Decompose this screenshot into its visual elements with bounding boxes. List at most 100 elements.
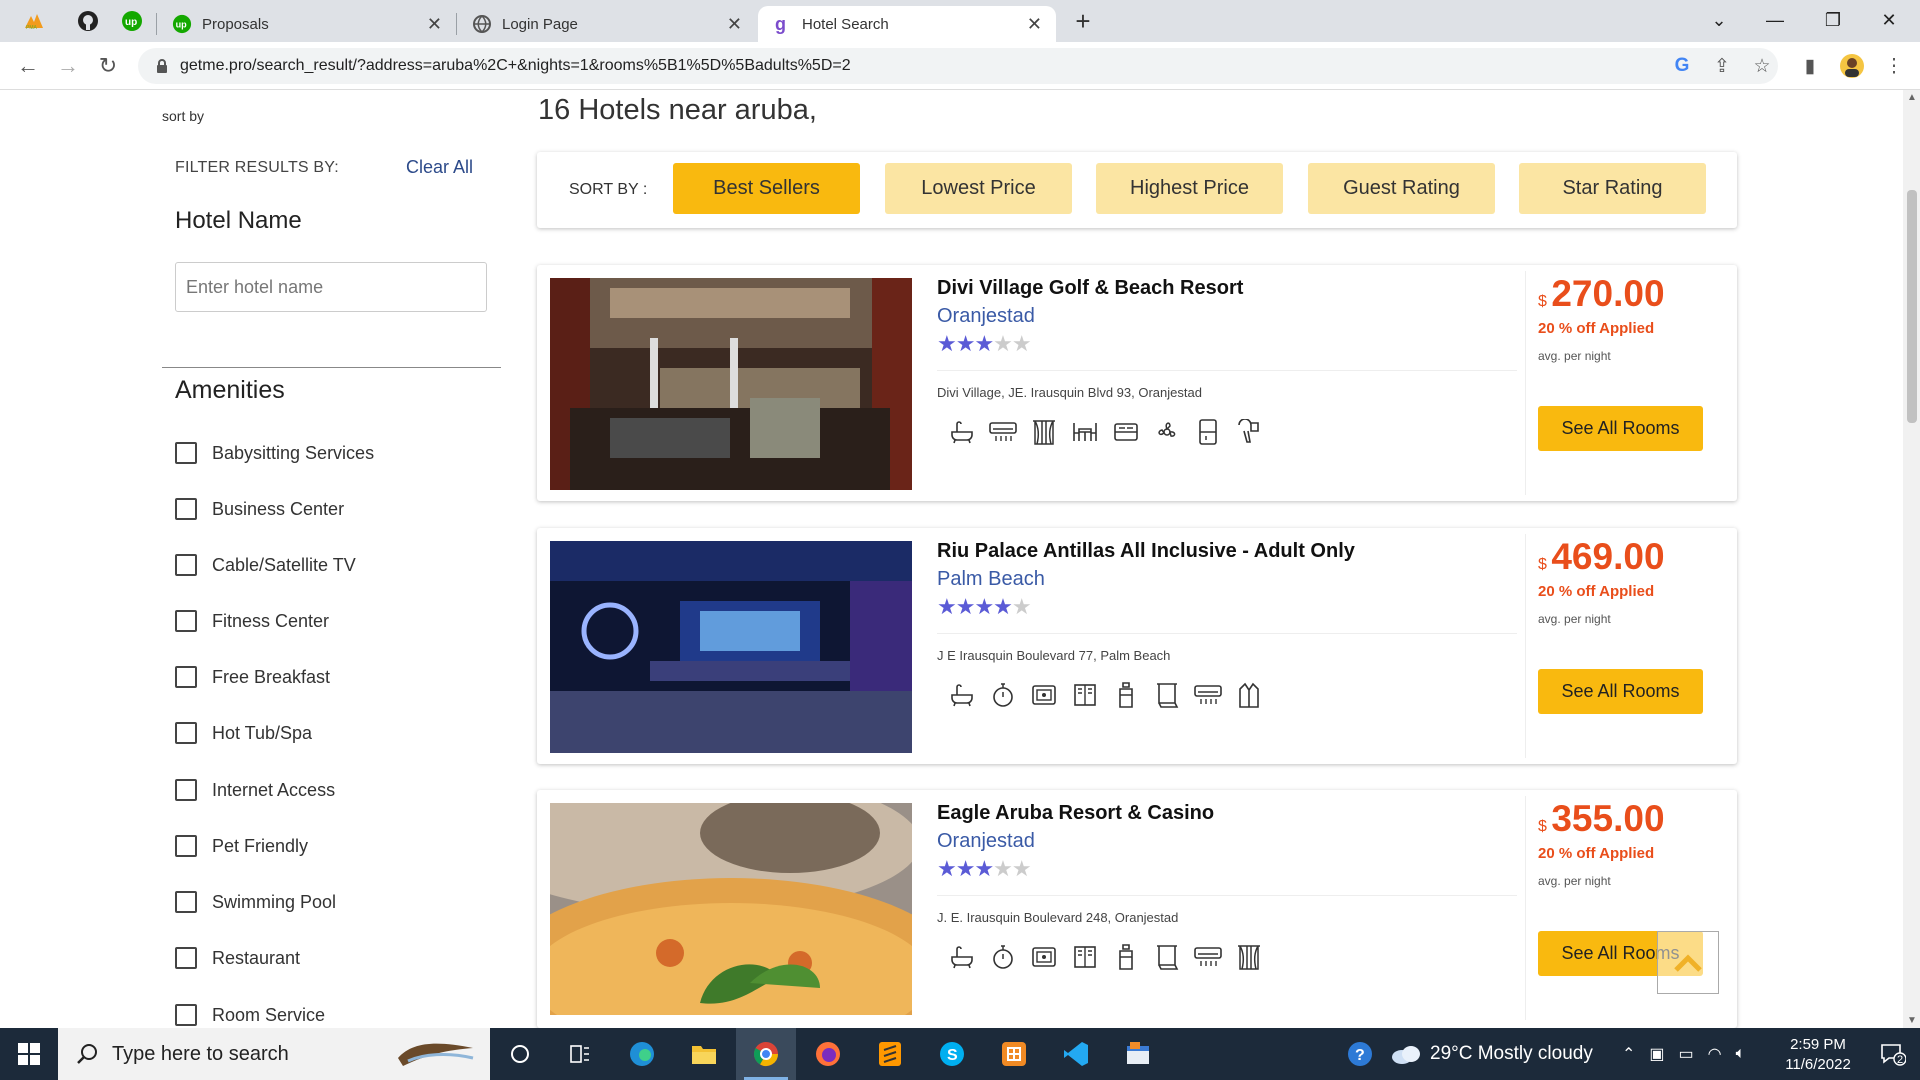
amenity-checkbox-restaurant[interactable]: Restaurant — [175, 945, 300, 971]
firefox-icon[interactable] — [798, 1028, 858, 1080]
amenity-checkbox-hot-tub[interactable]: Hot Tub/Spa — [175, 720, 312, 746]
pinned-tab-github[interactable] — [70, 6, 106, 36]
amenity-checkbox-business-center[interactable]: Business Center — [175, 496, 344, 522]
reload-button[interactable]: ↻ — [92, 50, 124, 82]
tab-proposals[interactable]: up Proposals ✕ — [158, 6, 456, 42]
avatar — [1840, 54, 1864, 78]
task-view-icon[interactable] — [550, 1028, 610, 1080]
volume-icon[interactable]: 🔈︎ — [1736, 1045, 1746, 1063]
wardrobe-icon — [1064, 678, 1105, 712]
fan-icon — [1146, 415, 1187, 449]
bathrobe-icon — [1228, 678, 1269, 712]
sort-guest-rating-button[interactable]: Guest Rating — [1308, 163, 1495, 214]
close-icon[interactable]: ✕ — [1027, 14, 1042, 35]
hotel-photo[interactable] — [550, 541, 912, 753]
battery-icon[interactable]: ▭ — [1679, 1044, 1694, 1064]
hotel-photo[interactable] — [550, 278, 912, 490]
sort-best-sellers-button[interactable]: Best Sellers — [673, 163, 860, 214]
checkbox[interactable] — [175, 1004, 197, 1026]
task-view-cortana-icon[interactable] — [490, 1028, 550, 1080]
chrome-taskbar-icon[interactable] — [736, 1028, 796, 1080]
notification-center-icon[interactable]: 2 — [1866, 1028, 1920, 1080]
taskbar-search-box[interactable]: Type here to search — [58, 1028, 490, 1080]
url-field[interactable]: getme.pro/search_result/?address=aruba%2… — [138, 48, 1778, 84]
checkbox[interactable] — [175, 610, 197, 632]
google-icon[interactable]: G — [1668, 52, 1696, 80]
amenity-checkbox-swimming-pool[interactable]: Swimming Pool — [175, 889, 336, 915]
amenity-checkbox-cable-tv[interactable]: Cable/Satellite TV — [175, 552, 356, 578]
menu-kebab-icon[interactable]: ⋮ — [1880, 52, 1908, 80]
bookmark-star-icon[interactable]: ☆ — [1748, 52, 1776, 80]
hotel-city-link[interactable]: Oranjestad — [937, 830, 1035, 853]
pinned-tab-upwork[interactable]: up — [114, 6, 150, 36]
sort-star-rating-button[interactable]: Star Rating — [1519, 163, 1706, 214]
profile-avatar[interactable] — [1838, 52, 1866, 80]
hotel-city-link[interactable]: Oranjestad — [937, 305, 1035, 328]
scroll-down-arrow-icon[interactable]: ▼ — [1907, 1015, 1917, 1026]
vscode-icon[interactable] — [1046, 1028, 1106, 1080]
tab-search-icon[interactable]: ⌄ — [1696, 0, 1742, 40]
amenity-checkbox-fitness-center[interactable]: Fitness Center — [175, 608, 329, 634]
hotel-name[interactable]: Eagle Aruba Resort & Casino — [937, 802, 1214, 825]
pinned-tab-pma[interactable]: PMA — [16, 6, 52, 36]
lock-icon[interactable] — [156, 58, 168, 74]
hotel-photo[interactable] — [550, 803, 912, 1015]
close-icon[interactable]: ✕ — [427, 14, 442, 35]
hotel-city-link[interactable]: Palm Beach — [937, 568, 1045, 591]
amenity-checkbox-internet-access[interactable]: Internet Access — [175, 777, 335, 803]
amenity-checkbox-babysitting[interactable]: Babysitting Services — [175, 440, 374, 466]
file-explorer-icon[interactable] — [674, 1028, 734, 1080]
checkbox[interactable] — [175, 779, 197, 801]
chevron-up-icon[interactable]: ⌃ — [1622, 1044, 1635, 1064]
checkbox[interactable] — [175, 554, 197, 576]
close-window-button[interactable]: ✕ — [1866, 0, 1912, 40]
amenity-checkbox-room-service[interactable]: Room Service — [175, 1002, 325, 1028]
sublime-text-icon[interactable] — [860, 1028, 920, 1080]
sort-highest-price-button[interactable]: Highest Price — [1096, 163, 1283, 214]
checkbox[interactable] — [175, 442, 197, 464]
page-scrollbar[interactable]: ▲ ▼ — [1903, 90, 1920, 1028]
scroll-up-arrow-icon[interactable]: ▲ — [1907, 92, 1917, 103]
clock[interactable]: 2:59 PM 11/6/2022 — [1770, 1035, 1866, 1075]
checkbox[interactable] — [175, 891, 197, 913]
side-panel-icon[interactable]: ▮ — [1796, 52, 1824, 80]
skype-icon[interactable]: S — [922, 1028, 982, 1080]
minimize-button[interactable]: — — [1752, 0, 1798, 40]
new-tab-button[interactable]: + — [1068, 6, 1098, 36]
amenity-checkbox-free-breakfast[interactable]: Free Breakfast — [175, 664, 330, 690]
scrollbar-thumb[interactable] — [1907, 190, 1917, 423]
tab-login-page[interactable]: Login Page ✕ — [458, 6, 756, 42]
checkbox[interactable] — [175, 835, 197, 857]
amenity-checkbox-pet-friendly[interactable]: Pet Friendly — [175, 833, 308, 859]
back-button[interactable]: ← — [12, 50, 44, 82]
star-empty-icon: ★★ — [993, 856, 1031, 881]
checkbox[interactable] — [175, 947, 197, 969]
see-all-rooms-button[interactable]: See All Rooms — [1538, 406, 1703, 451]
sort-lowest-price-button[interactable]: Lowest Price — [885, 163, 1072, 214]
help-icon[interactable]: ? — [1346, 1028, 1374, 1080]
close-icon[interactable]: ✕ — [727, 14, 742, 35]
hotel-name-input[interactable] — [175, 262, 487, 312]
checkbox[interactable] — [175, 666, 197, 688]
windows-logo-icon — [18, 1043, 40, 1065]
checkbox[interactable] — [175, 722, 197, 744]
clear-all-link[interactable]: Clear All — [406, 157, 473, 178]
hotel-name[interactable]: Divi Village Golf & Beach Resort — [937, 277, 1243, 300]
see-all-rooms-button[interactable]: See All Rooms — [1538, 669, 1703, 714]
edge-icon[interactable] — [612, 1028, 672, 1080]
postman-app-icon[interactable] — [984, 1028, 1044, 1080]
forward-button[interactable]: → — [52, 50, 84, 82]
hotel-name-heading: Hotel Name — [175, 207, 302, 234]
checkbox[interactable] — [175, 498, 197, 520]
scroll-to-top-button[interactable] — [1657, 931, 1719, 994]
tab-hotel-search[interactable]: g Hotel Search ✕ — [758, 6, 1056, 42]
weather-widget[interactable]: 29°C Mostly cloudy — [1390, 1028, 1593, 1080]
share-icon[interactable]: ⇪ — [1708, 52, 1736, 80]
divider — [937, 370, 1517, 371]
device-icon[interactable]: ▣ — [1649, 1044, 1664, 1064]
start-button[interactable] — [0, 1028, 58, 1080]
wifi-icon[interactable]: ◠ — [1708, 1044, 1722, 1064]
app-window-icon[interactable] — [1108, 1028, 1168, 1080]
restore-button[interactable]: ❐ — [1810, 0, 1856, 40]
hotel-name[interactable]: Riu Palace Antillas All Inclusive - Adul… — [937, 540, 1355, 563]
